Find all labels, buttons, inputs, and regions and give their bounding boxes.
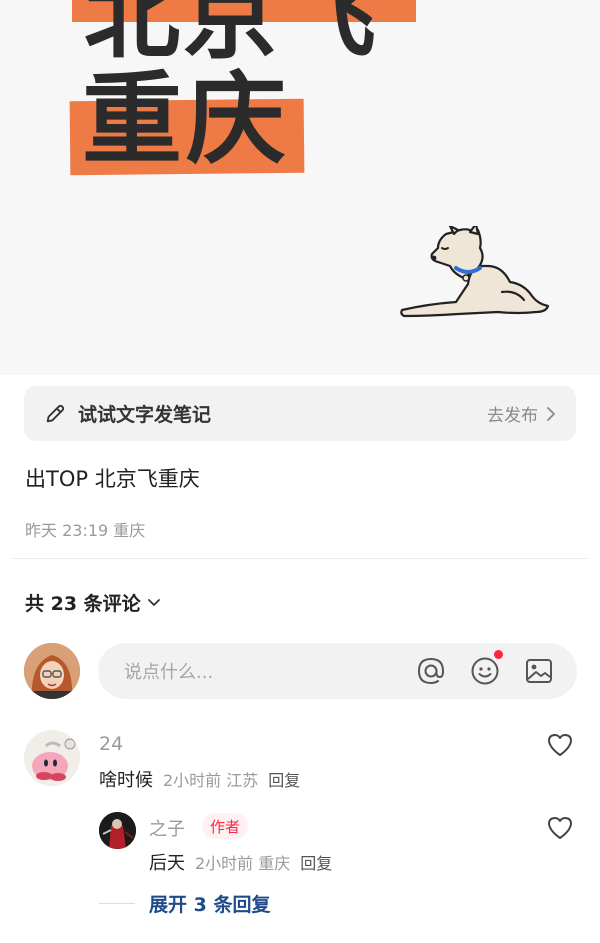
- avatar[interactable]: [24, 643, 80, 699]
- divider: [12, 558, 588, 559]
- avatar[interactable]: [99, 812, 136, 849]
- avatar-image: [99, 812, 136, 849]
- comment-body[interactable]: 啥时候 2小时前 江苏 回复: [99, 766, 300, 792]
- comments-count-label: 共 23 条评论: [25, 593, 141, 615]
- post-meta: 昨天 23:19 重庆: [25, 521, 146, 540]
- compose-label: 试试文字发笔记: [78, 404, 212, 426]
- comments-count-toggle[interactable]: 共 23 条评论: [25, 589, 161, 616]
- publish-link[interactable]: 去发布: [487, 401, 556, 426]
- emoji-button[interactable]: [469, 650, 503, 687]
- post-title: 出TOP 北京飞重庆: [25, 467, 200, 491]
- image-icon[interactable]: [523, 655, 555, 687]
- notification-dot: [494, 650, 503, 659]
- comment-author[interactable]: 之子: [149, 815, 185, 841]
- avatar-image: [24, 730, 80, 786]
- heart-icon[interactable]: [546, 815, 574, 841]
- chevron-right-icon: [547, 406, 555, 421]
- publish-label: 去发布: [487, 406, 538, 426]
- comment-meta: 2小时前 江苏: [163, 767, 258, 791]
- comment-author[interactable]: 24: [99, 733, 123, 755]
- dog-illustration: [400, 226, 550, 318]
- at-icon[interactable]: [415, 655, 447, 687]
- post-image[interactable]: 北京飞 重庆: [0, 0, 600, 375]
- divider: [99, 903, 135, 904]
- reply-button[interactable]: 回复: [300, 850, 332, 874]
- comment-body[interactable]: 后天 2小时前 重庆 回复: [149, 849, 332, 875]
- comment-location: 重庆: [258, 854, 291, 873]
- comment-placeholder: 说点什么...: [124, 662, 214, 683]
- pencil-icon: [46, 404, 65, 422]
- avatar[interactable]: [24, 730, 80, 786]
- comment-text: 后天: [149, 853, 185, 874]
- expand-replies-button[interactable]: 展开 3 条回复: [149, 890, 270, 917]
- reply-button[interactable]: 回复: [268, 767, 300, 791]
- author-badge: 作者: [202, 813, 249, 839]
- chevron-down-icon: [147, 598, 160, 606]
- hero-text-line-2: 重庆: [82, 61, 290, 178]
- comment-time: 2小时前: [163, 771, 222, 790]
- compose-note-bar[interactable]: 试试文字发笔记 去发布: [24, 386, 576, 441]
- comment-time: 2小时前: [195, 854, 254, 873]
- comment-text: 啥时候: [99, 770, 153, 791]
- comment-meta: 2小时前 重庆: [195, 850, 290, 874]
- comment-input[interactable]: 说点什么...: [98, 643, 577, 699]
- emoji-icon: [471, 657, 499, 685]
- avatar-image: [24, 643, 80, 699]
- heart-icon[interactable]: [546, 732, 574, 758]
- comment-location: 江苏: [226, 771, 259, 790]
